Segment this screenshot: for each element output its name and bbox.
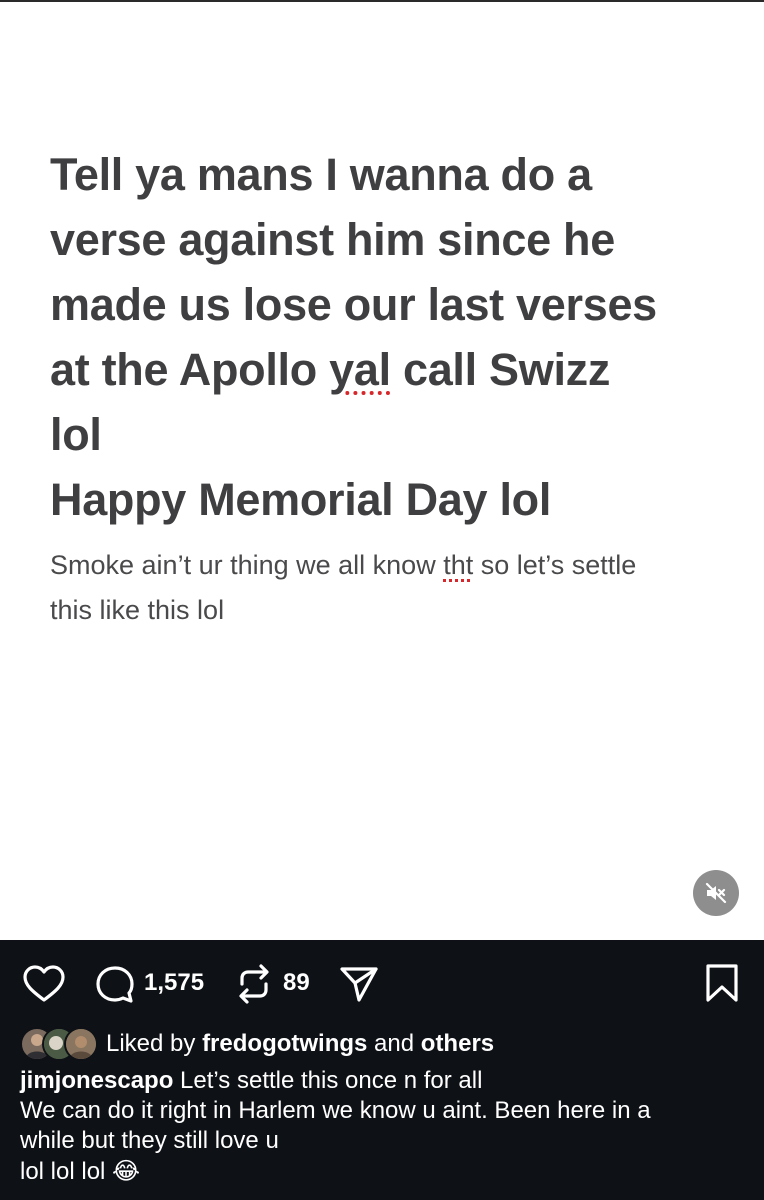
liked-by-row[interactable]: Liked by fredogotwings and others [20, 1024, 494, 1064]
heart-icon[interactable] [22, 964, 66, 1004]
laughing-emoji: 😂 [112, 1157, 141, 1185]
others-link[interactable]: others [421, 1030, 494, 1057]
subtext-line: Smoke ain’t ur thing we all know tht so … [50, 550, 637, 580]
caption-line: jimjonescapo Let’s settle this once n fo… [20, 1067, 483, 1094]
liked-by-text: Liked by fredogotwings and others [106, 1030, 495, 1057]
post-subtext: Smoke ain’t ur thing we all know tht so … [50, 543, 730, 633]
headline-line: at the Apollo yal call Swizz [50, 344, 611, 395]
mute-icon [705, 882, 727, 904]
headline-line: lol [50, 409, 102, 460]
spellcheck-word: tht [443, 550, 474, 580]
post-headline: Tell ya mans I wanna do a verse against … [50, 142, 730, 532]
caption-line: while but they still love u [20, 1127, 279, 1154]
headline-line: Happy Memorial Day lol [50, 474, 552, 525]
comments-count: 1,575 [144, 969, 205, 996]
mute-button[interactable] [693, 870, 739, 916]
liker-username[interactable]: fredogotwings [202, 1030, 367, 1057]
avatar[interactable] [64, 1027, 98, 1061]
headline-line: verse against him since he [50, 214, 615, 265]
headline-line: made us lose our last verses [50, 279, 657, 330]
share-icon[interactable] [338, 964, 380, 1004]
comment-icon[interactable] [94, 964, 136, 1006]
post-caption: jimjonescapo Let’s settle this once n fo… [20, 1066, 740, 1187]
spellcheck-word: yal [329, 344, 391, 395]
author-username[interactable]: jimjonescapo [20, 1067, 173, 1094]
subtext-line: this like this lol [50, 595, 225, 625]
headline-line: Tell ya mans I wanna do a [50, 149, 592, 200]
post-footer: 1,575 89 Liked by fredogotwings and othe… [0, 940, 764, 1200]
post-media[interactable]: Tell ya mans I wanna do a verse against … [0, 2, 764, 940]
bookmark-icon[interactable] [704, 963, 740, 1003]
caption-line: We can do it right in Harlem we know u a… [20, 1097, 651, 1124]
repost-icon[interactable] [234, 962, 274, 1006]
caption-line: lol lol lol 😂 [20, 1157, 141, 1185]
reposts-count: 89 [283, 969, 310, 996]
